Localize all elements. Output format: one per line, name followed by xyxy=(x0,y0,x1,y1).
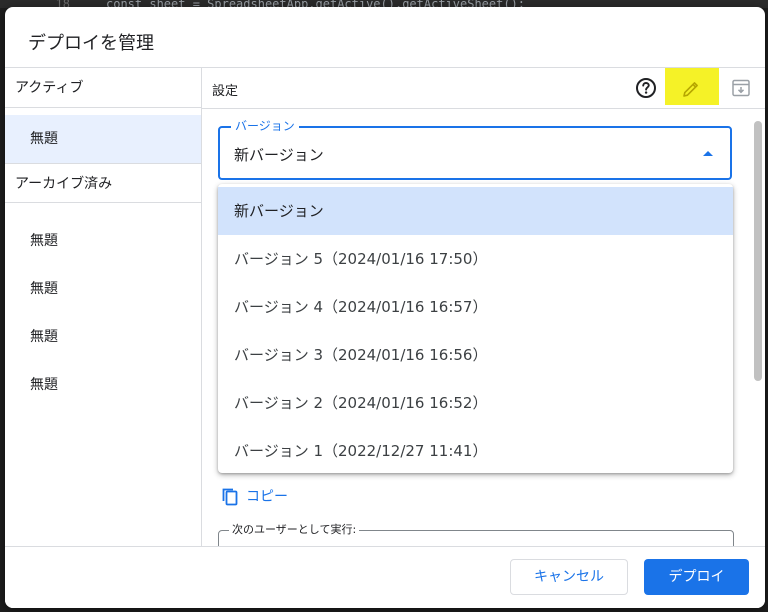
archived-deployment-item[interactable]: 無題 xyxy=(5,313,201,361)
settings-header: 設定 xyxy=(202,68,765,109)
version-select[interactable]: バージョン 新バージョン xyxy=(218,119,732,180)
cancel-button[interactable]: キャンセル xyxy=(510,559,628,595)
run-as-legend: 次のユーザーとして実行: xyxy=(229,523,360,537)
copy-label: コピー xyxy=(246,489,288,505)
archive-icon[interactable] xyxy=(731,78,751,98)
deploy-button[interactable]: デプロイ xyxy=(644,559,749,595)
version-option[interactable]: バージョン 5（2024/01/16 17:50） xyxy=(218,235,733,283)
active-deployment-item[interactable]: 無題 xyxy=(5,115,201,163)
version-select-value: 新バージョン xyxy=(234,146,324,164)
settings-label: 設定 xyxy=(212,84,239,99)
pencil-icon xyxy=(683,82,698,97)
run-as-select[interactable]: 次のユーザーとして実行: xyxy=(218,523,734,546)
archived-deployment-item[interactable]: 無題 xyxy=(5,361,201,409)
caret-up-icon xyxy=(703,151,713,156)
dialog-title: デプロイを管理 xyxy=(28,33,154,54)
edit-deployment-button[interactable] xyxy=(665,68,719,105)
scrollbar[interactable] xyxy=(754,121,762,381)
active-section-header: アクティブ xyxy=(5,68,201,108)
version-option[interactable]: 新バージョン xyxy=(218,187,733,235)
version-dropdown-menu: 新バージョン バージョン 5（2024/01/16 17:50） バージョン 4… xyxy=(218,184,733,473)
version-field-legend: バージョン xyxy=(231,119,299,133)
archived-section-header: アーカイブ済み xyxy=(5,163,201,203)
archived-deployment-item[interactable]: 無題 xyxy=(5,217,201,265)
deployment-sidebar: アクティブ 無題 アーカイブ済み 無題 無題 無題 無題 xyxy=(5,68,202,546)
archived-deployment-item[interactable]: 無題 xyxy=(5,265,201,313)
manage-deployments-dialog: デプロイを管理 アクティブ 無題 アーカイブ済み 無題 無題 無題 無題 設定 xyxy=(5,7,765,608)
copy-icon xyxy=(222,488,238,506)
version-option[interactable]: バージョン 1（2022/12/27 11:41） xyxy=(218,427,733,475)
help-circle-icon[interactable] xyxy=(635,77,657,99)
version-option[interactable]: バージョン 2（2024/01/16 16:52） xyxy=(218,379,733,427)
settings-panel: 設定 バージョン 新バージョン 新バージョン バージョン 5（2024/01/1… xyxy=(202,68,765,546)
version-option[interactable]: バージョン 3（2024/01/16 16:56） xyxy=(218,331,733,379)
dialog-footer: キャンセル デプロイ xyxy=(5,546,765,608)
version-option[interactable]: バージョン 4（2024/01/16 16:57） xyxy=(218,283,733,331)
